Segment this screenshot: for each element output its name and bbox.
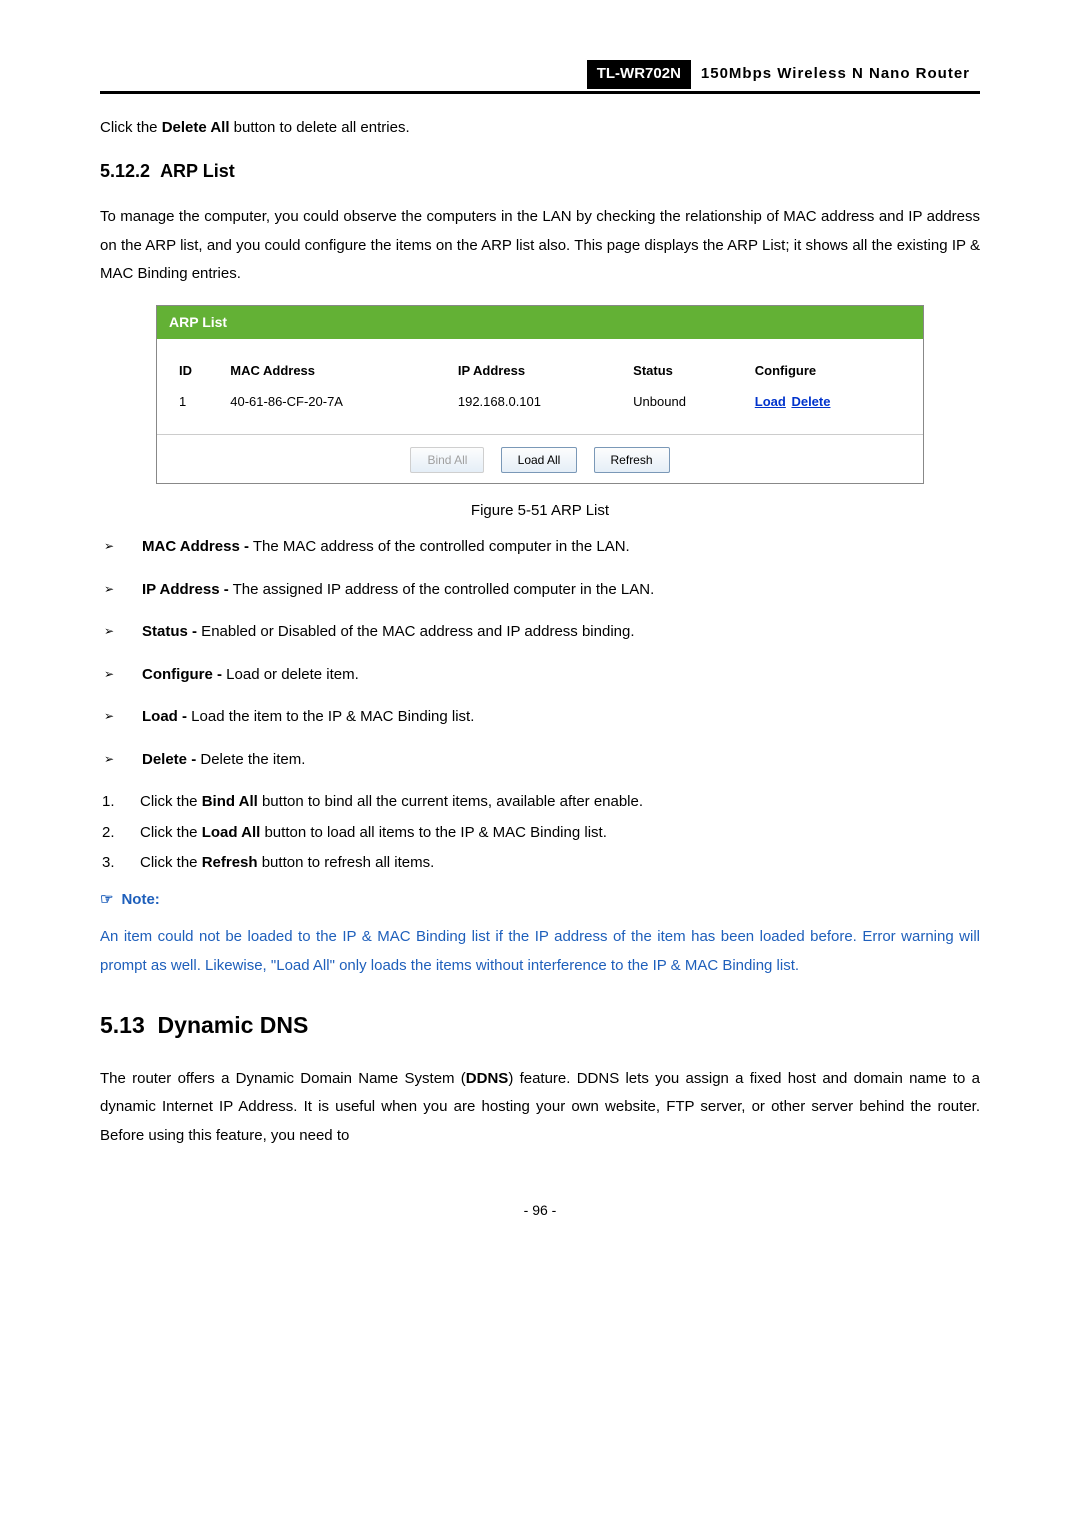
- page-number: - 96 -: [100, 1200, 980, 1221]
- bullet-delete: Delete - Delete the item.: [100, 749, 980, 772]
- delete-all-instruction: Click the Delete All button to delete al…: [100, 114, 980, 143]
- load-link[interactable]: Load: [755, 394, 786, 409]
- th-id: ID: [171, 357, 222, 389]
- ddns-paragraph: The router offers a Dynamic Domain Name …: [100, 1065, 980, 1151]
- arp-table: ID MAC Address IP Address Status Configu…: [171, 357, 909, 420]
- table-row: 1 40-61-86-CF-20-7A 192.168.0.101 Unboun…: [171, 388, 909, 420]
- page-header: TL-WR702N 150Mbps Wireless N Nano Router: [100, 60, 980, 94]
- note-label: ☞Note:: [100, 889, 980, 912]
- table-header-row: ID MAC Address IP Address Status Configu…: [171, 357, 909, 389]
- step-3: 3.Click the Refresh button to refresh al…: [100, 852, 980, 875]
- step-2: 2.Click the Load All button to load all …: [100, 822, 980, 845]
- screenshot-title: ARP List: [157, 306, 923, 339]
- refresh-button[interactable]: Refresh: [594, 447, 670, 473]
- screenshot-footer: Bind All Load All Refresh: [157, 434, 923, 483]
- model-badge: TL-WR702N: [587, 60, 691, 89]
- load-all-button[interactable]: Load All: [501, 447, 578, 473]
- td-ip: 192.168.0.101: [450, 388, 625, 420]
- numbered-steps: 1.Click the Bind All button to bind all …: [100, 791, 980, 875]
- delete-link[interactable]: Delete: [791, 394, 830, 409]
- pointing-hand-icon: ☞: [100, 891, 113, 908]
- td-configure: Load Delete: [747, 388, 909, 420]
- th-status: Status: [625, 357, 747, 389]
- screenshot-body: ID MAC Address IP Address Status Configu…: [157, 339, 923, 434]
- arp-list-screenshot: ARP List ID MAC Address IP Address Statu…: [156, 305, 924, 484]
- bullet-configure: Configure - Load or delete item.: [100, 664, 980, 687]
- th-configure: Configure: [747, 357, 909, 389]
- bullet-mac: MAC Address - The MAC address of the con…: [100, 536, 980, 559]
- bullet-ip: IP Address - The assigned IP address of …: [100, 579, 980, 602]
- bullet-status: Status - Enabled or Disabled of the MAC …: [100, 621, 980, 644]
- td-id: 1: [171, 388, 222, 420]
- step-1: 1.Click the Bind All button to bind all …: [100, 791, 980, 814]
- definition-list: MAC Address - The MAC address of the con…: [100, 536, 980, 771]
- th-ip: IP Address: [450, 357, 625, 389]
- td-status: Unbound: [625, 388, 747, 420]
- note-text: An item could not be loaded to the IP & …: [100, 923, 980, 980]
- figure-caption: Figure 5-51 ARP List: [100, 500, 980, 523]
- header-title: 150Mbps Wireless N Nano Router: [691, 60, 980, 89]
- arp-paragraph: To manage the computer, you could observ…: [100, 203, 980, 289]
- th-mac: MAC Address: [222, 357, 450, 389]
- section-5-12-2-heading: 5.12.2 ARP List: [100, 158, 980, 185]
- bind-all-button: Bind All: [410, 447, 484, 473]
- td-mac: 40-61-86-CF-20-7A: [222, 388, 450, 420]
- section-5-13-heading: 5.13 Dynamic DNS: [100, 1008, 980, 1043]
- bullet-load: Load - Load the item to the IP & MAC Bin…: [100, 706, 980, 729]
